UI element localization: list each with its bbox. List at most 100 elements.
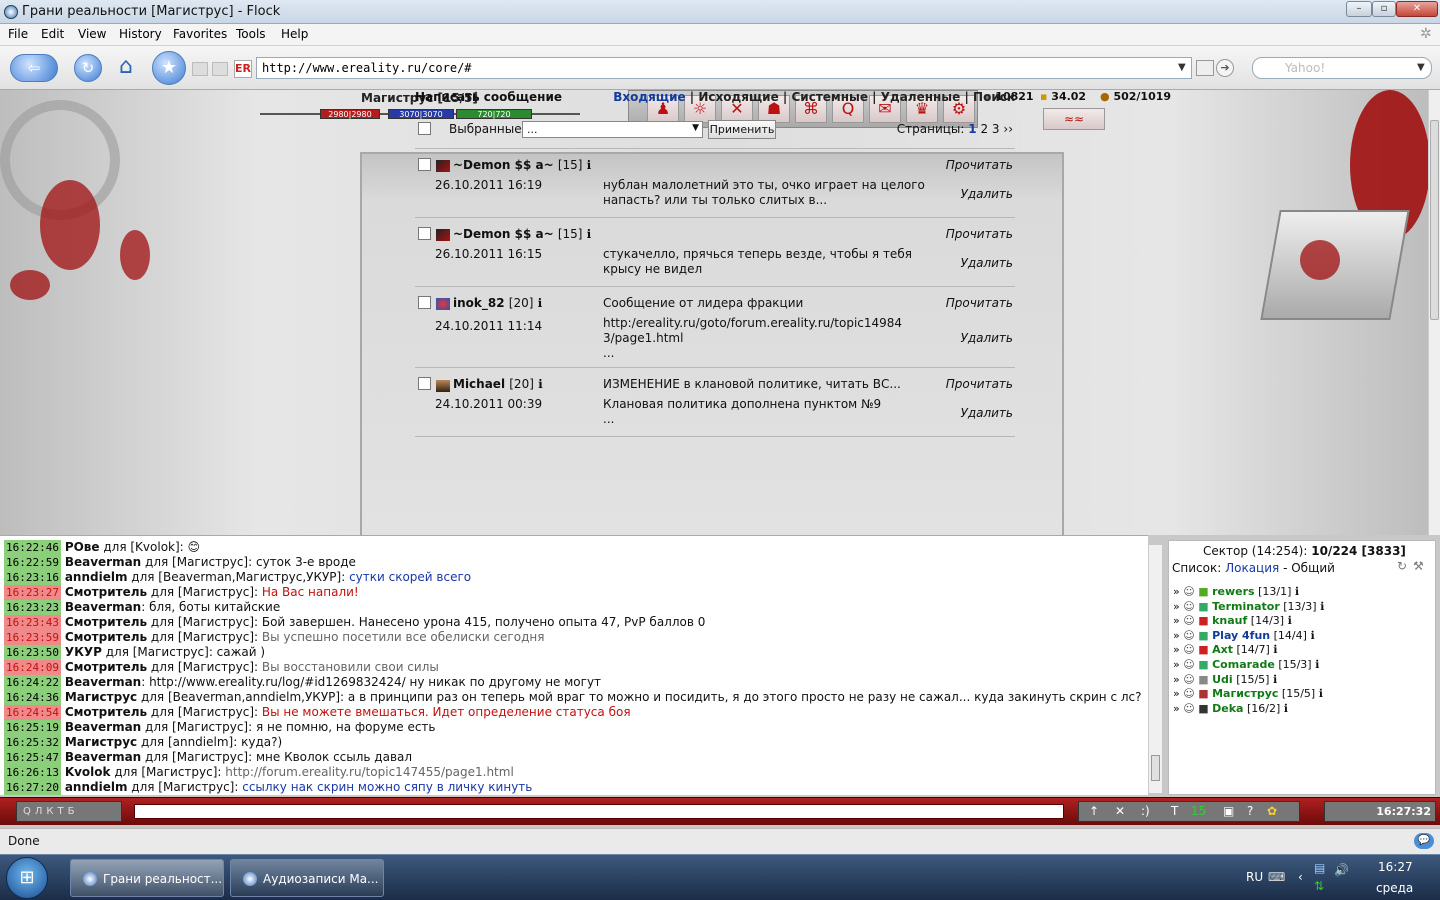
private-chat-icon[interactable]: » xyxy=(1173,600,1180,613)
refresh-icon[interactable]: ↻ xyxy=(1397,559,1407,573)
chat-recipient[interactable]: для [Магиструс]: xyxy=(141,750,252,764)
menu-file[interactable]: File xyxy=(8,27,28,41)
home-icon[interactable]: ⌂ xyxy=(112,54,140,82)
chat-nick[interactable]: anndielm xyxy=(65,780,128,794)
player-info-icon[interactable]: ℹ xyxy=(1295,585,1299,598)
author-info-icon[interactable]: ℹ xyxy=(587,227,592,241)
chat-timestamp[interactable]: 16:25:19 xyxy=(4,720,61,735)
translit-icon[interactable]: T xyxy=(1171,802,1178,821)
chat-recipient[interactable]: для [Магиструс]: xyxy=(147,585,258,599)
chat-recipient[interactable]: для [Beaverman,Магиструс,УКУР]: xyxy=(127,570,345,584)
author-info-icon[interactable]: ℹ xyxy=(538,377,543,391)
tray-clock[interactable]: 16:27 xyxy=(1378,860,1413,874)
updates-icon[interactable]: ⇅ xyxy=(1314,879,1324,893)
chat-timestamp[interactable]: 16:23:16 xyxy=(4,570,61,585)
url-dropdown-icon[interactable]: ▼ xyxy=(1178,62,1186,73)
chat-nick[interactable]: Смотритель xyxy=(65,705,147,719)
page-2[interactable]: 2 xyxy=(980,122,988,136)
delete-link[interactable]: Удалить xyxy=(961,406,1014,420)
chat-nick[interactable]: Магиструс xyxy=(65,690,137,704)
chat-timestamp[interactable]: 16:24:54 xyxy=(4,705,61,720)
message-author[interactable]: ~Demon $$ a~ [15] ℹ xyxy=(453,227,591,241)
chat-timestamp[interactable]: 16:23:23 xyxy=(4,600,61,615)
chat-recipient[interactable]: для [Магиструс]: xyxy=(147,615,258,629)
chat-nick[interactable]: Kvolok xyxy=(65,765,111,779)
game-icon-extra[interactable]: ≈≈ xyxy=(1043,108,1105,130)
chat-recipient[interactable]: для [Магиструс]: xyxy=(147,630,258,644)
player-row[interactable]: » ☺ ■ knauf [14/3] ℹ xyxy=(1173,614,1292,628)
player-info-icon[interactable]: ℹ xyxy=(1320,600,1324,613)
chat-timestamp[interactable]: 16:24:09 xyxy=(4,660,61,675)
delete-link[interactable]: Удалить xyxy=(961,256,1014,270)
private-chat-icon[interactable]: » xyxy=(1173,673,1180,686)
player-name[interactable]: Comarade xyxy=(1212,658,1275,671)
private-chat-icon[interactable]: » xyxy=(1173,658,1180,671)
menu-history[interactable]: History xyxy=(119,27,162,41)
player-row[interactable]: » ☺ ■ Udi [15/5] ℹ xyxy=(1173,673,1277,687)
tab-search[interactable]: Поиск xyxy=(973,90,1015,104)
chat-nick[interactable]: Смотритель xyxy=(65,615,147,629)
chat-nick[interactable]: Смотритель xyxy=(65,660,147,674)
player-row[interactable]: » ☺ ■ Магиструс [15/5] ℹ xyxy=(1173,687,1323,701)
message-checkbox[interactable] xyxy=(418,227,431,240)
chat-nick[interactable]: Смотритель xyxy=(65,630,147,644)
chat-nick[interactable]: Магиструс xyxy=(65,735,137,749)
back-forward-icon[interactable]: ⇦ xyxy=(10,54,58,82)
chat-recipient[interactable]: для [anndielm]: xyxy=(137,735,237,749)
chat-quick-keys[interactable]: QЛКТБ xyxy=(16,801,122,822)
quick-key[interactable]: Т xyxy=(58,806,68,817)
player-name[interactable]: rewers xyxy=(1212,585,1254,598)
page-1[interactable]: 1 xyxy=(968,122,976,136)
message-checkbox[interactable] xyxy=(418,158,431,171)
tab-system[interactable]: Системные xyxy=(791,90,868,104)
maximize-button[interactable]: ▫ xyxy=(1372,1,1396,17)
player-row[interactable]: » ☺ ■ Comarade [15/3] ℹ xyxy=(1173,658,1319,672)
select-all-checkbox[interactable] xyxy=(418,122,431,135)
page-3[interactable]: 3 xyxy=(992,122,1000,136)
page-next[interactable]: ›› xyxy=(1003,122,1013,136)
player-name[interactable]: Deka xyxy=(1212,702,1243,715)
taskbar-item-game[interactable]: Грани реальност... xyxy=(70,859,224,897)
chat-nick[interactable]: Beaverman xyxy=(65,555,141,569)
chat-timestamp[interactable]: 16:23:59 xyxy=(4,630,61,645)
camera-icon[interactable] xyxy=(192,62,208,76)
tray-expand-icon[interactable]: ‹ xyxy=(1298,870,1303,884)
chat-recipient[interactable]: для [Магиструс]: xyxy=(147,705,258,719)
chat-timestamp[interactable]: 16:25:47 xyxy=(4,750,61,765)
chat-timestamp[interactable]: 16:23:27 xyxy=(4,585,61,600)
player-info-icon[interactable]: ℹ xyxy=(1273,673,1277,686)
message-author[interactable]: Michael [20] ℹ xyxy=(453,377,543,391)
volume-icon[interactable]: 🔊 xyxy=(1334,863,1349,877)
language-indicator[interactable]: RU xyxy=(1246,870,1263,884)
chat-recipient[interactable]: для [Beaverman,anndielm,УКУР]: xyxy=(137,690,344,704)
list-location-link[interactable]: Локация xyxy=(1225,561,1279,575)
go-arrow-icon[interactable]: ➔ xyxy=(1216,59,1234,77)
keyboard-icon[interactable]: ⌨ xyxy=(1268,870,1285,884)
message-checkbox[interactable] xyxy=(418,377,431,390)
menu-tools[interactable]: Tools xyxy=(236,27,266,41)
chat-timestamp[interactable]: 16:24:36 xyxy=(4,690,61,705)
screenshot-icon[interactable]: ▣ xyxy=(1223,802,1234,821)
private-chat-icon[interactable]: » xyxy=(1173,643,1180,656)
chat-recipient[interactable]: для [Магиструс]: xyxy=(141,555,252,569)
player-info-icon[interactable]: ℹ xyxy=(1273,643,1277,656)
chat-nick[interactable]: Смотритель xyxy=(65,585,147,599)
player-row[interactable]: » ☺ ■ rewers [13/1] ℹ xyxy=(1173,585,1299,599)
menu-help[interactable]: Help xyxy=(281,27,308,41)
minimize-button[interactable]: – xyxy=(1346,1,1372,17)
read-link[interactable]: Прочитать xyxy=(946,227,1013,241)
private-chat-icon[interactable]: » xyxy=(1173,614,1180,627)
player-info-icon[interactable]: ℹ xyxy=(1288,614,1292,627)
message-author[interactable]: inok_82 [20] ℹ xyxy=(453,296,542,310)
chat-nick[interactable]: Beaverman xyxy=(65,600,141,614)
delete-link[interactable]: Удалить xyxy=(961,331,1014,345)
game-scrollbar[interactable] xyxy=(1428,90,1440,535)
chat-nick[interactable]: УКУР xyxy=(65,645,102,659)
network-icon[interactable]: ▤ xyxy=(1314,861,1325,875)
player-info-icon[interactable]: ℹ xyxy=(1310,629,1314,642)
reload-icon[interactable]: ↻ xyxy=(74,54,102,82)
player-name[interactable]: Магиструс xyxy=(1212,687,1278,700)
scrollbar-thumb[interactable] xyxy=(1151,755,1160,781)
message-checkbox[interactable] xyxy=(418,296,431,309)
close-button[interactable]: ✕ xyxy=(1396,1,1438,17)
